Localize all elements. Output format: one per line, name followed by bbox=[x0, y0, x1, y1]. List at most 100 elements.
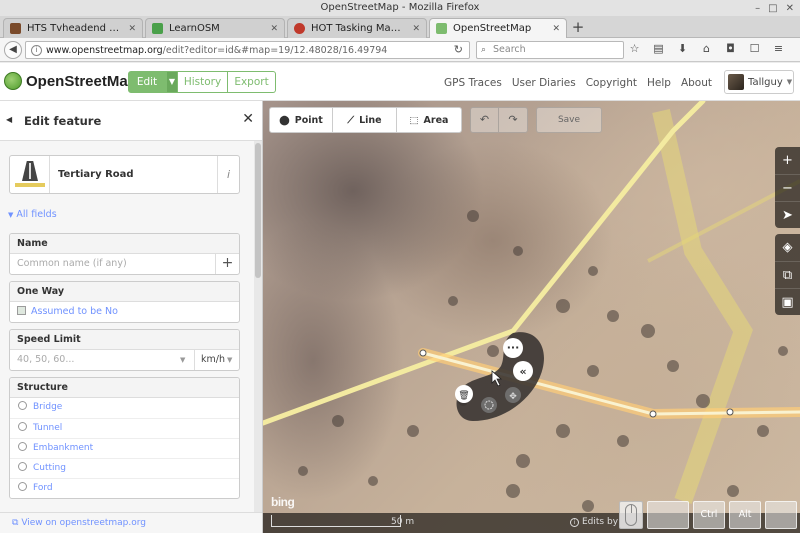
avatar bbox=[728, 74, 744, 90]
site-info-icon[interactable]: i bbox=[31, 45, 42, 56]
preset-info-button[interactable]: i bbox=[217, 156, 239, 193]
edit-button[interactable]: Edit bbox=[128, 71, 166, 93]
sidebar: ◀ Edit feature ✕ Tertiary Road i ▼ All f… bbox=[0, 101, 263, 533]
maximize-button[interactable]: □ bbox=[768, 1, 777, 17]
speed-unit-value: km/h bbox=[201, 354, 225, 365]
tab-close-icon[interactable]: ✕ bbox=[128, 24, 136, 34]
circularize-button[interactable] bbox=[481, 397, 497, 413]
scale-label: 50 m bbox=[391, 517, 415, 527]
map-data-button[interactable]: ⧉ bbox=[775, 261, 800, 288]
option-label: Cutting bbox=[33, 463, 66, 473]
url-path: /edit?editor=id&#map=19/12.48028/16.4979… bbox=[162, 44, 388, 56]
key-alt: Alt bbox=[729, 501, 761, 529]
osm-logo-icon[interactable] bbox=[4, 72, 22, 90]
browser-tab-tasking-manager[interactable]: HOT Tasking Manager - ... ✕ bbox=[287, 18, 427, 38]
user-menu[interactable]: Tallguy ▼ bbox=[724, 70, 794, 94]
close-icon[interactable]: ✕ bbox=[242, 111, 254, 127]
close-window-button[interactable]: ✕ bbox=[786, 1, 794, 17]
tab-close-icon[interactable]: ✕ bbox=[412, 24, 420, 34]
tab-strip: HTS Tvheadend 4.0.8 ~ O... ✕ LearnOSM ✕ … bbox=[0, 16, 800, 38]
site-title[interactable]: OpenStreetMap bbox=[26, 73, 137, 90]
redo-button[interactable]: ↷ bbox=[499, 107, 528, 133]
save-button[interactable]: Save bbox=[536, 107, 602, 133]
back-preset-icon[interactable]: ◀ bbox=[6, 115, 12, 124]
reload-icon[interactable]: ↻ bbox=[454, 43, 463, 56]
history-button[interactable]: History bbox=[178, 71, 228, 93]
preset-name: Tertiary Road bbox=[58, 169, 134, 180]
structure-option-bridge[interactable]: Bridge bbox=[10, 398, 239, 418]
link-copyright[interactable]: Copyright bbox=[586, 77, 637, 89]
window-title: OpenStreetMap - Mozilla Firefox bbox=[320, 2, 480, 13]
structure-label: Structure bbox=[10, 378, 239, 398]
reading-list-icon[interactable]: ▤ bbox=[652, 42, 665, 56]
home-icon[interactable]: ⌂ bbox=[700, 42, 713, 56]
zoom-out-button[interactable]: − bbox=[775, 174, 800, 201]
radio-icon bbox=[18, 462, 27, 471]
browser-tab-openstreetmap[interactable]: OpenStreetMap ✕ bbox=[429, 18, 567, 38]
chat-icon[interactable]: ☐ bbox=[748, 42, 761, 56]
header-links: GPS Traces User Diaries Copyright Help A… bbox=[444, 77, 712, 89]
link-about[interactable]: About bbox=[681, 77, 712, 89]
sidebar-scrollbar[interactable] bbox=[254, 141, 262, 521]
structure-field: Structure Bridge Tunnel Embankment Cutti… bbox=[9, 377, 240, 499]
info-icon: i bbox=[570, 518, 579, 527]
link-gps-traces[interactable]: GPS Traces bbox=[444, 77, 502, 89]
speed-unit-select[interactable]: km/h ▼ bbox=[194, 350, 239, 370]
chevron-down-icon: ▼ bbox=[227, 356, 233, 364]
structure-option-ford[interactable]: Ford bbox=[10, 478, 239, 498]
menu-icon[interactable]: ≡ bbox=[772, 42, 785, 56]
road-vertex[interactable] bbox=[726, 408, 734, 416]
scrollbar-thumb[interactable] bbox=[255, 143, 261, 278]
browser-tab-learnosm[interactable]: LearnOSM ✕ bbox=[145, 18, 285, 38]
download-icon[interactable]: ⬇ bbox=[676, 42, 689, 56]
chevron-down-icon: ▼ bbox=[8, 211, 14, 219]
issues-button[interactable]: ▣ bbox=[775, 288, 800, 315]
tab-close-icon[interactable]: ✕ bbox=[270, 24, 278, 34]
add-area-button[interactable]: ⬚ Area bbox=[397, 107, 462, 133]
scale-bar[interactable] bbox=[271, 515, 401, 527]
add-point-button[interactable]: ⬤ Point bbox=[269, 107, 333, 133]
reverse-icon: « bbox=[519, 365, 526, 378]
pocket-icon[interactable]: ◘ bbox=[724, 42, 737, 56]
view-on-osm-link[interactable]: View on openstreetmap.org bbox=[21, 518, 146, 528]
browser-tab-tvheadend[interactable]: HTS Tvheadend 4.0.8 ~ O... ✕ bbox=[3, 18, 143, 38]
tab-label: LearnOSM bbox=[169, 23, 220, 34]
new-tab-button[interactable]: + bbox=[570, 19, 586, 37]
oneway-checkbox[interactable]: Assumed to be No bbox=[10, 302, 239, 322]
structure-option-embankment[interactable]: Embankment bbox=[10, 438, 239, 458]
map-canvas[interactable]: ··· « 🗑 ✥ ⬤ Point ⟋ Line ⬚ Area ↶ ↷ Save + … bbox=[263, 101, 800, 533]
name-placeholder: Common name (if any) bbox=[17, 258, 127, 269]
name-label: Name bbox=[10, 234, 239, 254]
all-fields-toggle[interactable]: ▼ All fields bbox=[8, 209, 57, 220]
road-vertex[interactable] bbox=[649, 410, 657, 418]
structure-option-cutting[interactable]: Cutting bbox=[10, 458, 239, 478]
add-line-button[interactable]: ⟋ Line bbox=[333, 107, 397, 133]
option-label: Bridge bbox=[33, 402, 63, 412]
undo-button[interactable]: ↶ bbox=[470, 107, 499, 133]
export-button[interactable]: Export bbox=[228, 71, 276, 93]
search-input[interactable]: ⌕ Search bbox=[476, 41, 624, 59]
speed-limit-label: Speed Limit bbox=[10, 330, 239, 350]
add-localized-name-button[interactable]: + bbox=[215, 254, 239, 274]
minimize-button[interactable]: – bbox=[755, 1, 760, 17]
link-help[interactable]: Help bbox=[647, 77, 671, 89]
browser-toolbar-icons: ☆ ▤ ⬇ ⌂ ◘ ☐ ≡ bbox=[628, 42, 785, 56]
geolocate-button[interactable]: ➤ bbox=[775, 201, 800, 228]
option-label: Embankment bbox=[33, 443, 94, 453]
star-icon[interactable]: ☆ bbox=[628, 42, 641, 56]
road-vertex[interactable] bbox=[419, 349, 427, 357]
pin-icon: ⬤ bbox=[279, 114, 290, 126]
preset-selector[interactable]: Tertiary Road i bbox=[9, 155, 240, 194]
layers-button[interactable]: ◈ bbox=[775, 234, 800, 261]
back-button[interactable]: ◀ bbox=[4, 41, 22, 59]
key-blank-2 bbox=[765, 501, 797, 529]
name-input[interactable]: Common name (if any) + bbox=[10, 254, 239, 274]
speed-limit-input[interactable]: 40, 50, 60... ▼ km/h ▼ bbox=[10, 350, 239, 370]
link-user-diaries[interactable]: User Diaries bbox=[512, 77, 576, 89]
structure-option-tunnel[interactable]: Tunnel bbox=[10, 418, 239, 438]
edit-dropdown-icon[interactable]: ▼ bbox=[166, 71, 178, 93]
tab-close-icon[interactable]: ✕ bbox=[552, 24, 560, 34]
tertiary-road[interactable] bbox=[263, 101, 706, 426]
url-bar[interactable]: i www.openstreetmap.org/edit?editor=id&#… bbox=[25, 41, 470, 59]
zoom-in-button[interactable]: + bbox=[775, 147, 800, 174]
